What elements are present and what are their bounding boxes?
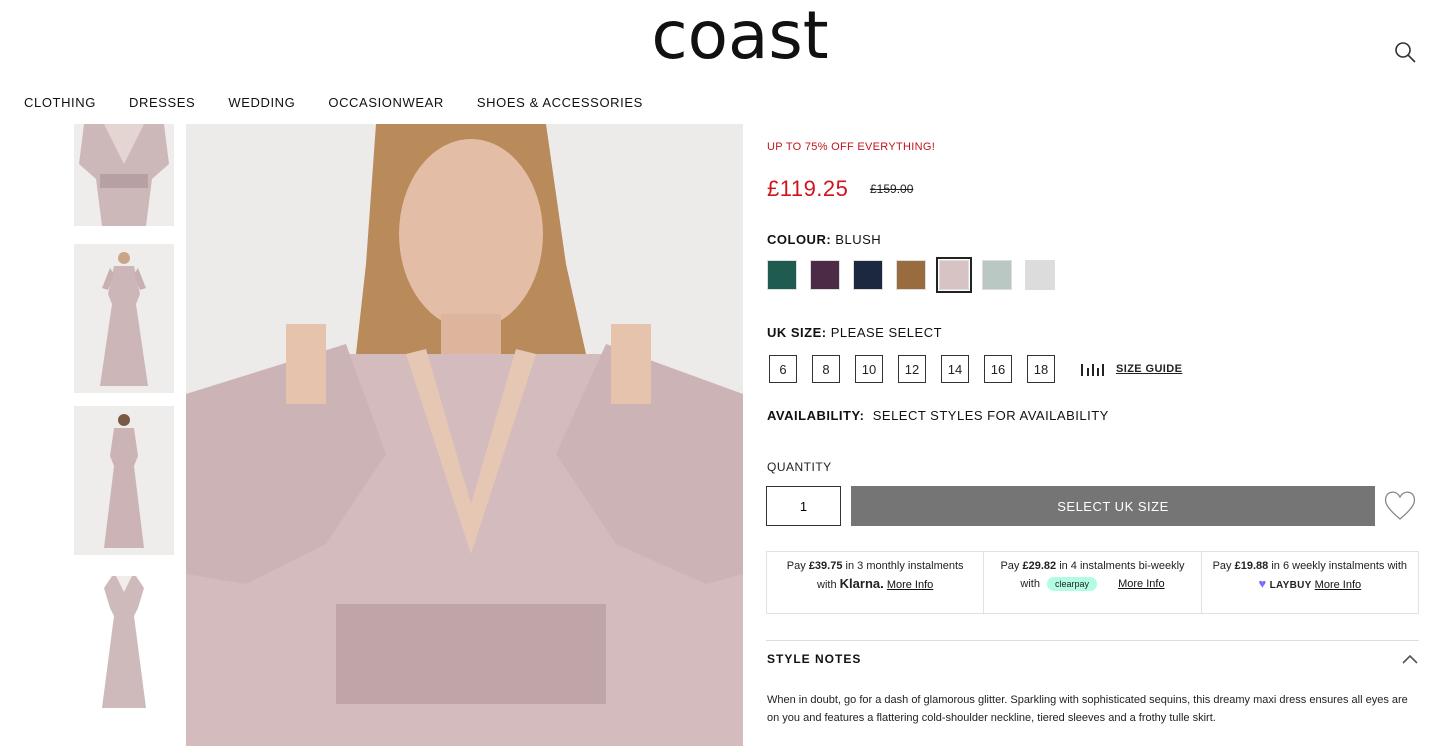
size-option[interactable]: 14 [941, 355, 969, 383]
size-guide-link[interactable]: SIZE GUIDE [1080, 362, 1182, 376]
size-option[interactable]: 8 [812, 355, 840, 383]
size-label-title: UK SIZE: [767, 325, 827, 340]
laybuy-brand: LAYBUY [1269, 580, 1312, 591]
size-option[interactable]: 18 [1027, 355, 1055, 383]
availability-value: SELECT STYLES FOR AVAILABILITY [872, 408, 1109, 423]
colour-swatches [767, 257, 1068, 293]
size-value: PLEASE SELECT [830, 325, 943, 340]
laybuy-text: in 6 weekly instalments with [1271, 560, 1408, 572]
klarna-pre: Pay [786, 560, 806, 572]
chevron-up-icon[interactable] [1401, 652, 1419, 666]
laybuy-option: Pay £19.88 in 6 weekly instalments with … [1202, 552, 1418, 613]
main-nav: CLOTHING DRESSES WEDDING OCCASIONWEAR SH… [24, 95, 676, 111]
swatch-navy[interactable] [853, 260, 883, 290]
availability: AVAILABILITY: SELECT STYLES FOR AVAILABI… [767, 408, 1109, 423]
search-icon[interactable] [1393, 40, 1417, 64]
swatch-sage[interactable] [982, 260, 1012, 290]
colour-label-title: COLOUR: [767, 232, 832, 247]
nav-wedding[interactable]: WEDDING [228, 95, 295, 111]
original-price: £159.00 [870, 182, 914, 196]
clearpay-option: Pay £29.82 in 4 instalments bi-weekly wi… [984, 552, 1202, 613]
nav-clothing[interactable]: CLOTHING [24, 95, 96, 111]
product-thumbnail[interactable] [74, 244, 174, 393]
heart-icon[interactable] [1383, 489, 1417, 523]
swatch-plum[interactable] [810, 260, 840, 290]
size-guide-label: SIZE GUIDE [1116, 363, 1183, 375]
clearpay-pre: Pay [1000, 560, 1020, 572]
brand-logo[interactable]: coast [630, 0, 850, 72]
product-thumbnail[interactable] [74, 406, 174, 555]
size-selector: 6 8 10 12 14 16 18 SIZE GUIDE [769, 355, 1182, 383]
nav-occasionwear[interactable]: OCCASIONWEAR [328, 95, 444, 111]
size-option[interactable]: 16 [984, 355, 1012, 383]
clearpay-amount: £29.82 [1022, 560, 1057, 572]
product-thumbnail[interactable] [74, 568, 174, 717]
product-thumbnail[interactable] [74, 124, 174, 226]
nav-shoes-accessories[interactable]: SHOES & ACCESSORIES [477, 95, 643, 111]
laybuy-logo: ♥ LAYBUY [1258, 576, 1312, 591]
clearpay-more-info-link[interactable]: More Info [1118, 578, 1164, 590]
klarna-logo: Klarna. [839, 576, 884, 591]
sale-price: £119.25 [767, 176, 849, 201]
ruler-icon [1081, 364, 1104, 376]
laybuy-pre: Pay [1212, 560, 1232, 572]
colour-value: BLUSH [835, 232, 882, 247]
laybuy-heart-icon: ♥ [1258, 576, 1267, 591]
divider [766, 640, 1419, 641]
availability-label: AVAILABILITY: [767, 408, 865, 423]
laybuy-more-info-link[interactable]: More Info [1315, 579, 1361, 591]
clearpay-logo: clearpay [1047, 577, 1098, 591]
size-option[interactable]: 12 [898, 355, 926, 383]
swatch-bronze[interactable] [896, 260, 926, 290]
product-main-image[interactable] [186, 124, 743, 746]
klarna-more-info-link[interactable]: More Info [887, 579, 933, 591]
quantity-label: QUANTITY [767, 460, 832, 474]
quantity-input[interactable] [766, 486, 841, 526]
style-notes-text: When in doubt, go for a dash of glamorou… [767, 694, 1408, 724]
size-option[interactable]: 6 [769, 355, 797, 383]
klarna-amount: £39.75 [808, 560, 843, 572]
add-to-bag-button[interactable]: SELECT UK SIZE [851, 486, 1375, 526]
payment-options: Pay £39.75 in 3 monthly instalments with… [766, 551, 1419, 614]
swatch-emerald[interactable] [767, 260, 797, 290]
promo-banner: UP TO 75% OFF EVERYTHING! [767, 141, 936, 153]
colour-label: COLOUR: BLUSH [767, 232, 881, 247]
size-label: UK SIZE: PLEASE SELECT [767, 325, 942, 340]
swatch-silver[interactable] [1025, 260, 1055, 290]
nav-dresses[interactable]: DRESSES [129, 95, 195, 111]
swatch-blush[interactable] [936, 257, 972, 293]
size-option[interactable]: 10 [855, 355, 883, 383]
klarna-option: Pay £39.75 in 3 monthly instalments with… [767, 552, 985, 613]
style-notes-heading[interactable]: STYLE NOTES [767, 652, 861, 666]
laybuy-amount: £19.88 [1234, 560, 1269, 572]
